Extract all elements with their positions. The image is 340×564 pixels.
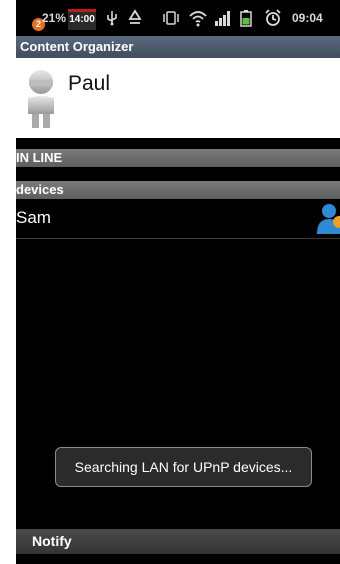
notify-button[interactable]: Notify <box>16 529 340 554</box>
device-name: Sam <box>16 208 51 227</box>
status-clock: 09:04 <box>292 11 323 25</box>
alarm-icon <box>265 9 281 26</box>
usb-icon <box>107 11 117 26</box>
status-bar: 2 21% 14:00 09:04 <box>16 0 340 36</box>
alarm-time: 14:00 <box>68 9 96 30</box>
avatar-icon <box>28 70 54 128</box>
phone-screen: 2 21% 14:00 09:04 Content Organizer Paul… <box>16 0 340 564</box>
toast-message: Searching LAN for UPnP devices... <box>55 447 312 487</box>
vibrate-icon <box>163 11 179 25</box>
list-item[interactable]: Sam <box>16 199 340 239</box>
user-icon <box>317 204 340 234</box>
battery-percent: 21% <box>42 11 67 25</box>
recycle-icon <box>128 9 142 24</box>
profile-name: Paul <box>68 72 111 95</box>
bottom-strip <box>16 554 340 564</box>
battery-icon <box>240 10 252 27</box>
profile-header[interactable]: Paul <box>16 58 340 138</box>
section-header-online: IN LINE <box>16 149 340 167</box>
signal-icon <box>215 11 230 26</box>
section-header-devices: devices <box>16 181 340 199</box>
wifi-icon <box>189 11 207 27</box>
app-title: Content Organizer <box>16 36 340 58</box>
